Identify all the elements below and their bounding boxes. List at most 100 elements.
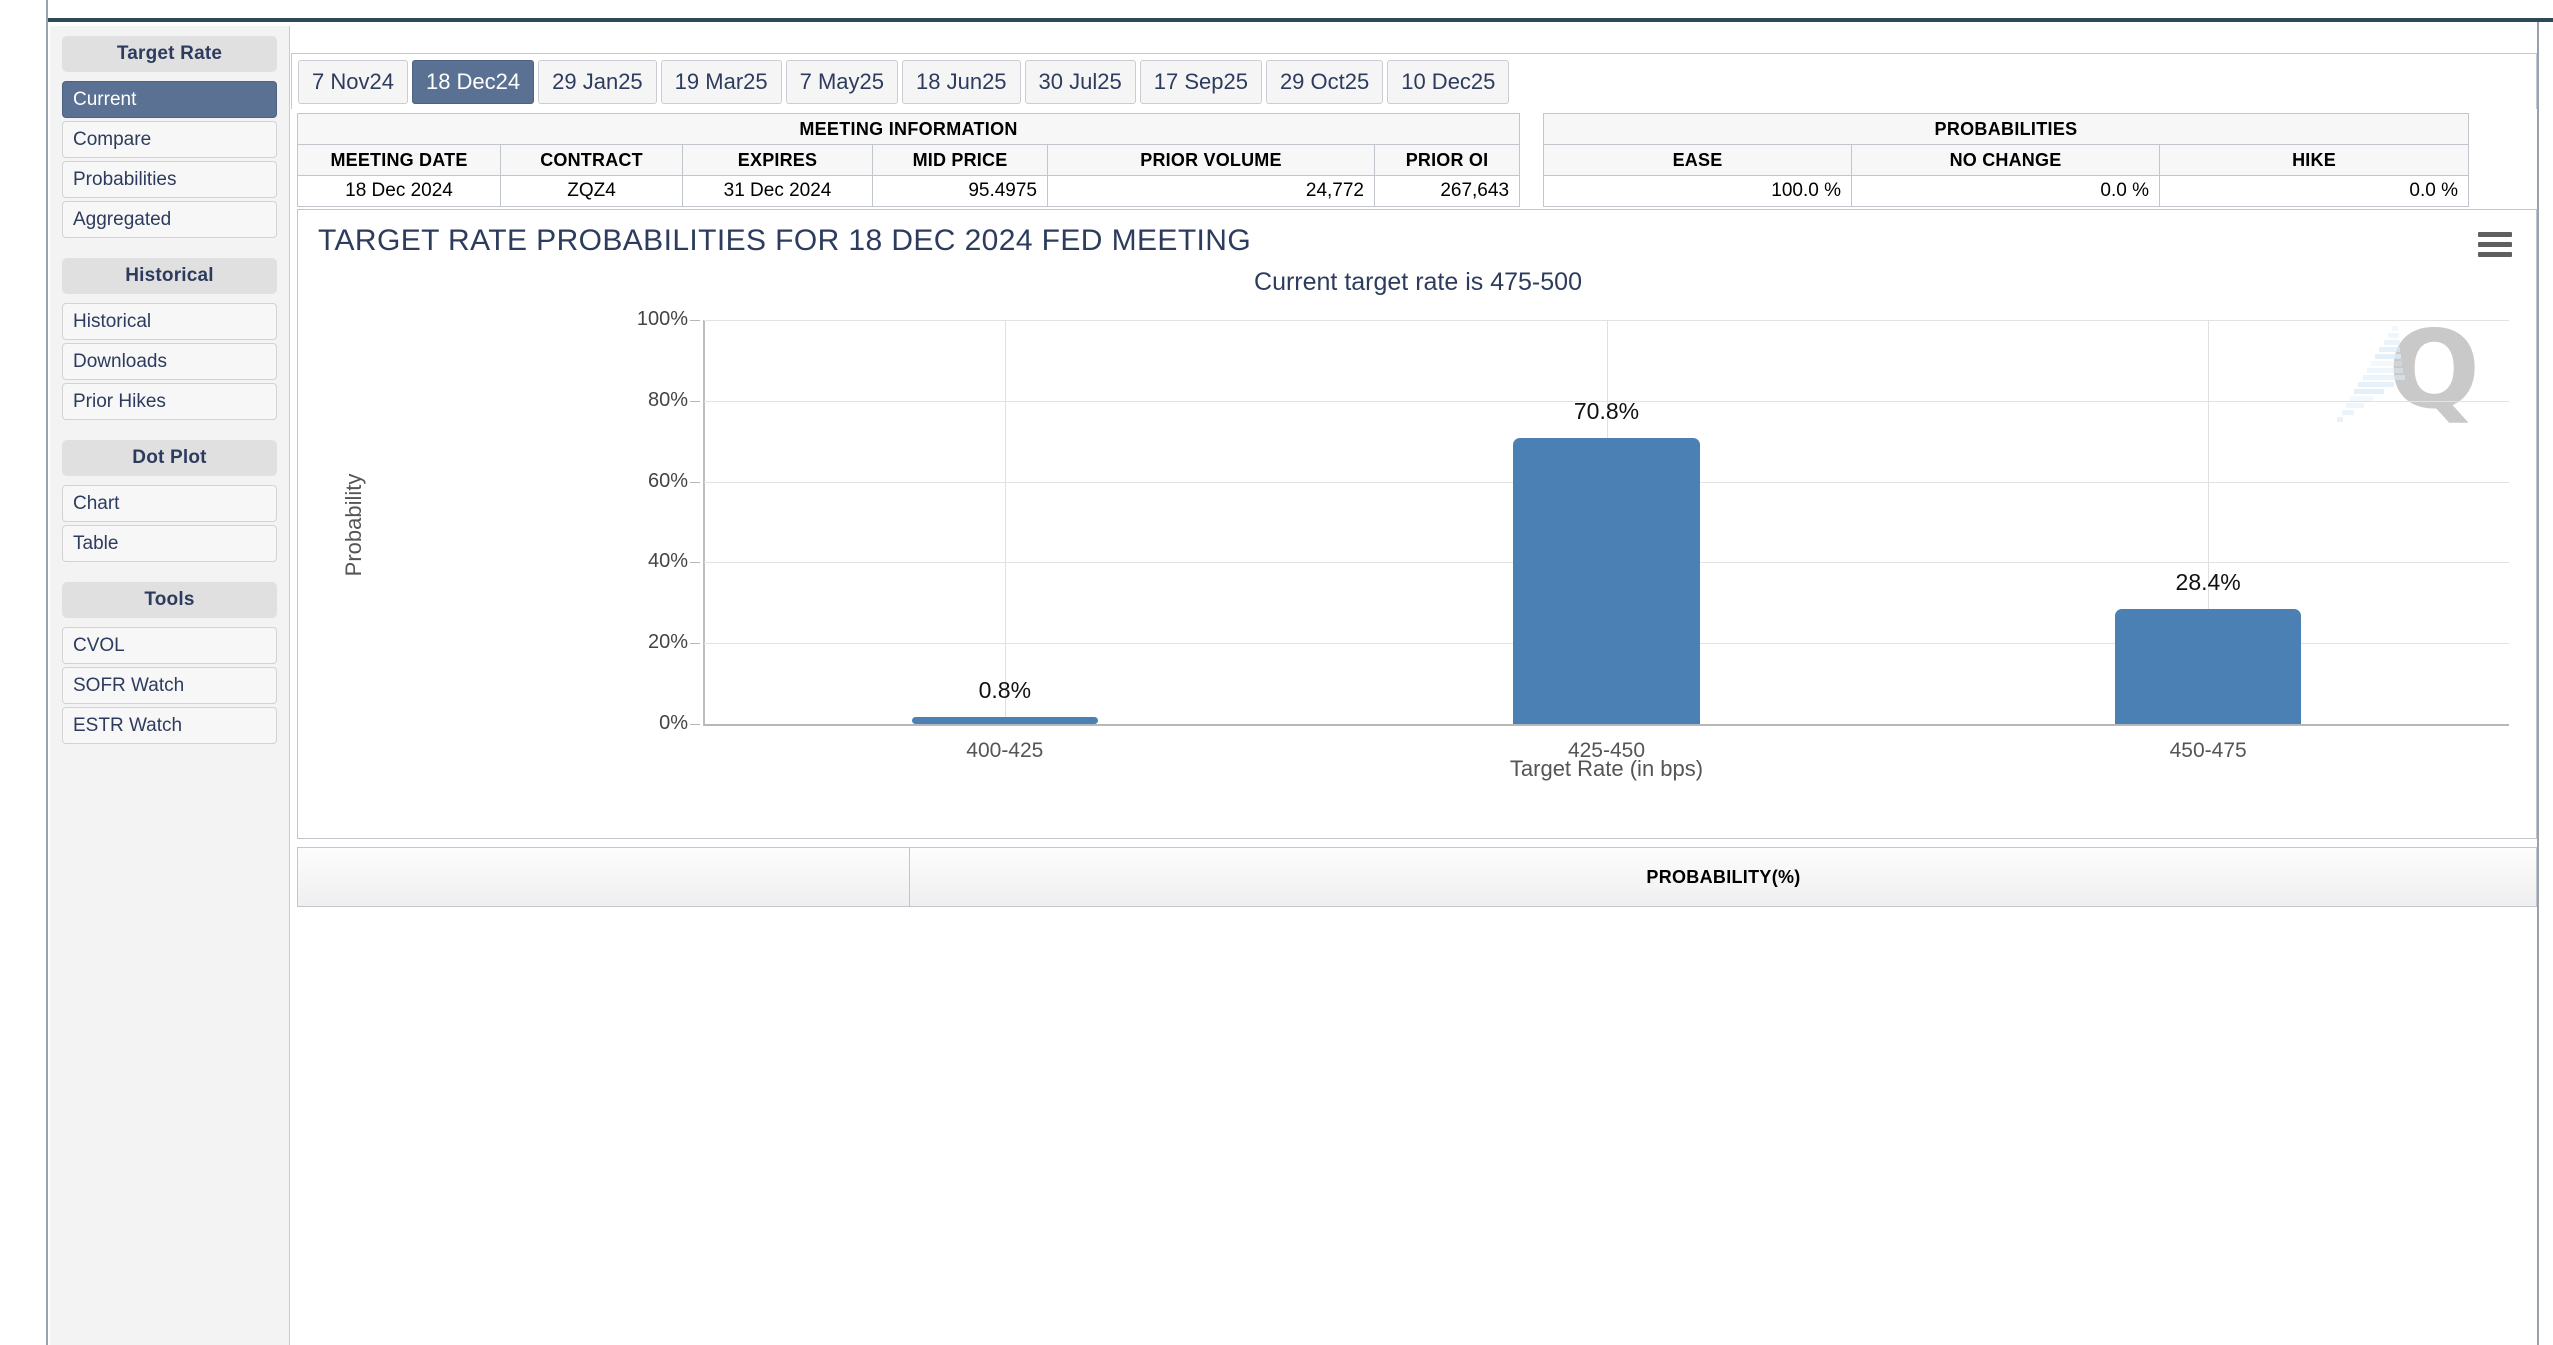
watermark-streak — [2358, 382, 2395, 387]
watermark-streak — [2366, 368, 2403, 373]
tab-10-dec25[interactable]: 10 Dec25 — [1387, 60, 1510, 104]
sidebar-group-header-dot-plot: Dot Plot — [62, 440, 277, 476]
sidebar-item-downloads[interactable]: Downloads — [62, 343, 277, 380]
cell-meeting-date: 18 Dec 2024 — [297, 175, 501, 207]
tab-19-mar25[interactable]: 19 Mar25 — [660, 60, 782, 104]
sidebar-item-cvol[interactable]: CVOL — [62, 627, 277, 664]
y-axis-label: Probability — [341, 473, 366, 577]
col-contract: CONTRACT — [500, 144, 683, 176]
hamburger-menu-icon[interactable] — [2478, 232, 2512, 258]
tab-18-dec24[interactable]: 18 Dec24 — [411, 60, 535, 104]
bar-value-label: 28.4% — [2175, 569, 2241, 596]
col-hike: HIKE — [2159, 144, 2469, 176]
y-axis-tick: 0% — [598, 712, 700, 735]
left-gutter — [0, 0, 48, 1345]
y-axis-tick: 40% — [598, 550, 700, 573]
bar-425-450[interactable] — [1513, 437, 1700, 724]
col-ease: EASE — [1543, 144, 1852, 176]
x-axis-tick: 400-425 — [966, 739, 1044, 762]
tick-dash — [690, 724, 700, 725]
tab-18-jun25[interactable]: 18 Jun25 — [902, 60, 1021, 104]
sidebar-item-compare[interactable]: Compare — [62, 121, 277, 158]
chart-subtitle: Current target rate is 475-500 — [1254, 268, 1582, 296]
sidebar-item-historical[interactable]: Historical — [62, 303, 277, 340]
bar-value-label: 70.8% — [1573, 397, 1640, 424]
tick-dash — [690, 320, 700, 321]
bar-450-475[interactable] — [2114, 609, 2302, 724]
watermark-streak — [2371, 361, 2402, 366]
category-gridline — [1004, 320, 1006, 724]
col-prior-volume: PRIOR VOLUME — [1047, 144, 1375, 176]
sidebar-item-probabilities[interactable]: Probabilities — [62, 161, 277, 198]
tab-30-jul25[interactable]: 30 Jul25 — [1024, 60, 1136, 104]
cell-expires: 31 Dec 2024 — [682, 175, 873, 207]
tab-7-may25[interactable]: 7 May25 — [785, 60, 899, 104]
sidebar-item-current[interactable]: Current — [62, 81, 277, 118]
watermark-streak — [2383, 340, 2400, 345]
sidebar-item-chart[interactable]: Chart — [62, 485, 277, 522]
cell-contract: ZQZ4 — [500, 175, 683, 207]
tick-dash — [690, 400, 700, 402]
probabilities-table: PROBABILITIES EASE NO CHANGE HIKE 100.0 … — [1543, 113, 2469, 207]
watermark-logo: Q — [2337, 316, 2480, 426]
table-row: MEETING DATE CONTRACT EXPIRES MID PRICE … — [297, 144, 1521, 176]
tab-29-jan25[interactable]: 29 Jan25 — [538, 60, 657, 104]
sidebar-item-prior-hikes[interactable]: Prior Hikes — [62, 383, 277, 420]
tab-29-oct25[interactable]: 29 Oct25 — [1265, 60, 1384, 104]
tab-17-sep25[interactable]: 17 Sep25 — [1139, 60, 1262, 104]
y-axis-tick: 60% — [598, 470, 700, 493]
probability-percent-header: PROBABILITY(%) — [1646, 867, 1801, 887]
probabilities-banner: PROBABILITIES — [1543, 113, 2469, 145]
sidebar-item-aggregated[interactable]: Aggregated — [62, 201, 277, 238]
browser-topbar — [0, 0, 2553, 22]
bar-chart-plot: Probability Target Rate (in bps) Q 0% 20%… — [298, 306, 2538, 840]
probability-table-header-row: PROBABILITY(%) — [297, 847, 2537, 907]
x-axis-tick: 450-475 — [2169, 739, 2247, 762]
tick-dash — [690, 562, 700, 564]
sidebar-item-estr-watch[interactable]: ESTR Watch — [62, 707, 277, 744]
watermark-streak — [2392, 326, 2398, 331]
cell-ease: 100.0 % — [1543, 175, 1852, 207]
watermark-streak — [2354, 389, 2385, 394]
watermark-streaks — [2330, 322, 2420, 422]
sidebar-item-table[interactable]: Table — [62, 525, 277, 562]
col-expires: EXPIRES — [682, 144, 873, 176]
table-row: PROBABILITIES — [1543, 113, 2469, 145]
meeting-information-table: MEETING INFORMATION MEETING DATE CONTRAC… — [296, 113, 1521, 207]
hamburger-bar — [2478, 242, 2512, 247]
tab-7-nov24[interactable]: 7 Nov24 — [298, 60, 408, 104]
y-axis-tick: 100% — [598, 308, 700, 331]
cell-no-change: 0.0 % — [1851, 175, 2160, 207]
bar-400-425[interactable] — [911, 717, 1099, 724]
watermark-streak — [2341, 410, 2354, 415]
x-axis-line — [704, 724, 2509, 726]
col-meeting-date: MEETING DATE — [297, 144, 501, 176]
tick-dash — [690, 481, 700, 483]
table-row: 18 Dec 2024 ZQZ4 31 Dec 2024 95.4975 24,… — [297, 175, 1521, 207]
bottom-left-cell — [298, 848, 910, 906]
table-row: EASE NO CHANGE HIKE — [1543, 144, 2469, 176]
col-no-change: NO CHANGE — [1851, 144, 2160, 176]
watermark-streak — [2337, 417, 2344, 422]
hamburger-bar — [2478, 252, 2512, 257]
cell-prior-volume: 24,772 — [1047, 175, 1375, 207]
chart-title: TARGET RATE PROBABILITIES FOR 18 DEC 202… — [318, 224, 1252, 257]
cell-mid-price: 95.4975 — [872, 175, 1048, 207]
tick-dash — [690, 643, 700, 645]
chart-card: TARGET RATE PROBABILITIES FOR 18 DEC 202… — [297, 209, 2537, 839]
sidebar-group-header-tools: Tools — [62, 582, 277, 618]
col-mid-price: MID PRICE — [872, 144, 1048, 176]
table-row: MEETING INFORMATION — [296, 113, 1521, 145]
y-axis-tick: 80% — [598, 389, 700, 412]
y-axis-tick: 20% — [598, 631, 700, 654]
y-axis-line — [703, 320, 705, 726]
main-panel: 7 Nov24 18 Dec24 29 Jan25 19 Mar25 7 May25 18… — [291, 26, 2537, 1345]
x-axis-tick: 425-450 — [1567, 739, 1646, 762]
table-row: 100.0 % 0.0 % 0.0 % — [1543, 175, 2469, 207]
sidebar: Target Rate Current Compare Probabilities Ag… — [50, 26, 290, 1345]
bar-value-label: 0.8% — [978, 677, 1032, 703]
sidebar-item-sofr-watch[interactable]: SOFR Watch — [62, 667, 277, 704]
info-tables: MEETING INFORMATION MEETING DATE CONTRAC… — [296, 113, 2537, 207]
watermark-streak — [2375, 354, 2402, 359]
sidebar-group-header-historical: Historical — [62, 258, 277, 294]
